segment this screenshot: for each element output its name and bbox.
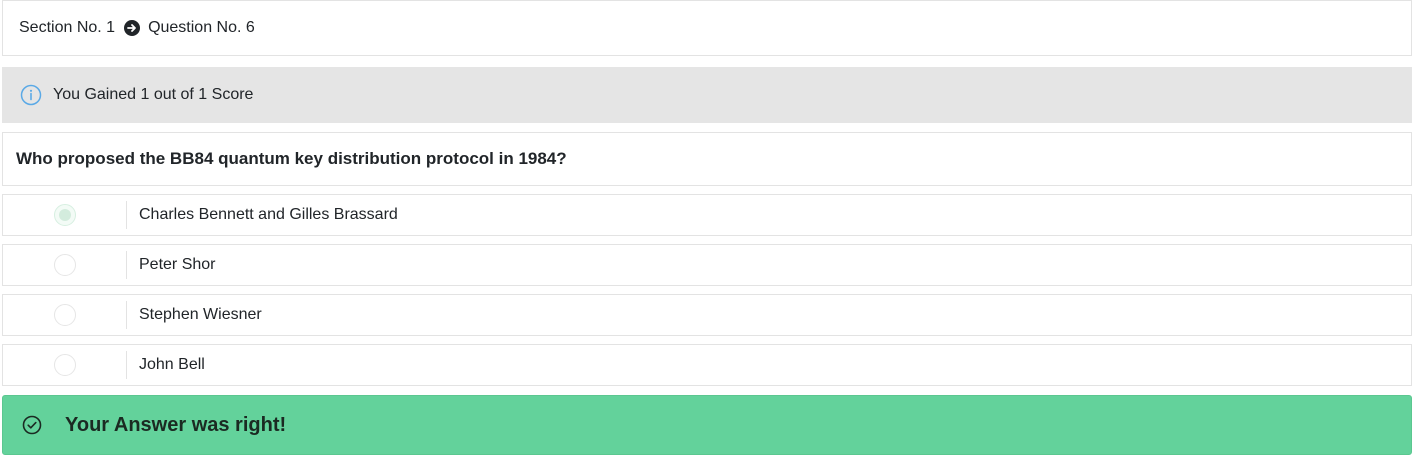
answer-option-2[interactable]: Peter Shor: [2, 244, 1412, 286]
breadcrumb-question: Question No. 6: [148, 19, 255, 36]
info-circle-icon: [20, 84, 42, 106]
score-text: You Gained 1 out of 1 Score: [53, 86, 254, 103]
check-circle-icon: [21, 414, 43, 436]
breadcrumb: Section No. 1 Question No. 6: [2, 0, 1412, 56]
radio-dot: [58, 209, 71, 221]
radio-button[interactable]: [53, 354, 76, 376]
arrow-circle-right-icon: [124, 20, 141, 36]
radio-button[interactable]: [53, 304, 76, 326]
option-label: John Bell: [139, 356, 205, 373]
answer-option-3[interactable]: Stephen Wiesner: [2, 294, 1412, 336]
radio-button[interactable]: [53, 254, 76, 276]
option-label: Stephen Wiesner: [139, 306, 262, 323]
breadcrumb-section: Section No. 1: [19, 19, 116, 36]
radio-button[interactable]: [53, 204, 76, 226]
quiz-page: Section No. 1 Question No. 6 You Gained …: [0, 0, 1416, 461]
result-text: Your Answer was right!: [65, 413, 287, 436]
radio-cell: [3, 251, 127, 279]
result-alert: Your Answer was right!: [2, 395, 1412, 455]
question-text: Who proposed the BB84 quantum key distri…: [2, 132, 1412, 186]
option-label: Peter Shor: [139, 256, 216, 273]
radio-cell: [3, 301, 127, 329]
radio-cell: [3, 351, 127, 379]
score-alert: You Gained 1 out of 1 Score: [2, 67, 1412, 123]
option-label: Charles Bennett and Gilles Brassard: [139, 206, 398, 223]
answer-option-4[interactable]: John Bell: [2, 344, 1412, 386]
radio-cell: [3, 201, 127, 229]
answer-option-1[interactable]: Charles Bennett and Gilles Brassard: [2, 194, 1412, 236]
